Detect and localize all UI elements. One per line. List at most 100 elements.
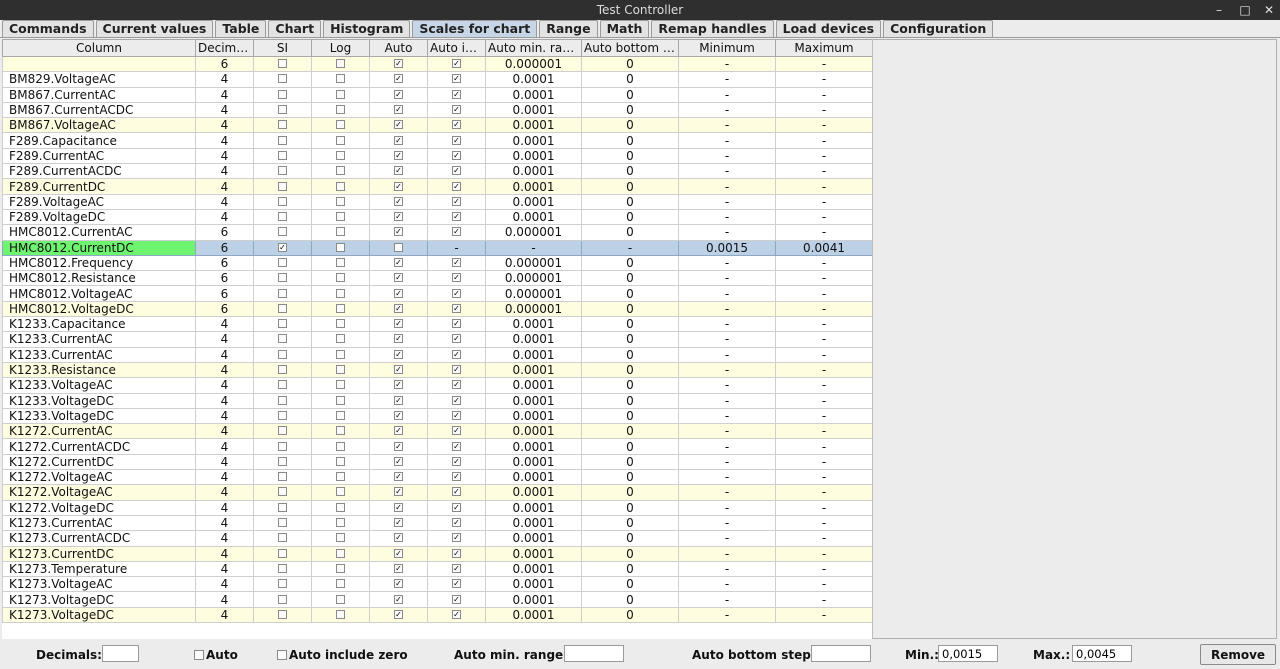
table-row[interactable]: K1233.Resistance 4 ✓ ✓ 0.0001 0- - (2, 361, 872, 379)
table-row[interactable]: K1233.Capacitance 4 ✓ ✓ 0.0001 0- - (2, 316, 872, 333)
maximum-cell[interactable]: - (775, 392, 872, 409)
auto-min-range-cell[interactable]: 0.0001 (485, 438, 582, 455)
minimum-cell[interactable]: - (678, 285, 776, 302)
decimals-cell[interactable]: 4 (195, 163, 254, 180)
auto-include-checkbox[interactable]: ✓ (452, 135, 461, 145)
si-checkbox[interactable] (278, 579, 287, 589)
column-name-cell[interactable]: K1273.CurrentACDC (2, 530, 196, 547)
log-checkbox[interactable] (336, 410, 345, 420)
minimize-icon[interactable]: – (1208, 0, 1230, 20)
decimals-cell[interactable]: 4 (195, 147, 254, 165)
auto-include-checkbox[interactable]: ✓ (452, 273, 461, 283)
maximum-cell[interactable]: - (775, 606, 872, 623)
minimum-cell[interactable]: - (678, 545, 776, 562)
si-checkbox[interactable] (278, 196, 287, 206)
auto-min-range-cell[interactable]: 0.0001 (485, 208, 582, 226)
auto-checkbox[interactable]: ✓ (394, 105, 403, 115)
auto-min-range-cell[interactable]: 0.0001 (485, 545, 582, 562)
minimum-cell[interactable]: - (678, 300, 776, 318)
log-checkbox[interactable] (336, 166, 345, 176)
auto-bottom-step-cell[interactable]: 0 (581, 270, 679, 287)
log-checkbox[interactable] (336, 319, 345, 329)
auto-checkbox[interactable]: ✓ (394, 258, 403, 267)
column-name-cell[interactable]: K1233.VoltageDC (2, 392, 196, 409)
decimals-cell[interactable]: 4 (195, 346, 254, 363)
table-row[interactable]: K1233.CurrentAC 4 ✓ ✓ 0.0001 0- - (2, 346, 872, 363)
maximum-cell[interactable]: - (775, 285, 872, 302)
column-name-cell[interactable]: F289.VoltageAC (2, 193, 196, 210)
decimals-cell[interactable]: 6 (195, 254, 254, 272)
auto-bottom-step-cell[interactable]: 0 (581, 254, 679, 272)
log-checkbox[interactable] (336, 441, 345, 451)
log-checkbox[interactable] (336, 563, 345, 573)
auto-min-range-cell[interactable]: 0.0001 (485, 178, 582, 195)
column-name-cell[interactable]: BM867.VoltageAC (2, 117, 196, 134)
decimals-cell[interactable]: 4 (195, 499, 254, 516)
auto-bottom-step-cell[interactable]: 0 (581, 545, 679, 562)
maximum-cell[interactable]: - (775, 407, 872, 425)
table-row[interactable]: K1272.CurrentDC 4 ✓ ✓ 0.0001 0- - (2, 453, 872, 471)
column-name-cell[interactable]: K1233.Resistance (2, 361, 196, 379)
column-name-cell[interactable]: HMC8012.Resistance (2, 270, 196, 287)
auto-bottom-step-cell[interactable]: 0 (581, 576, 679, 593)
auto-include-checkbox[interactable]: ✓ (452, 548, 461, 558)
column-name-cell[interactable]: K1233.VoltageDC (2, 407, 196, 425)
maximum-cell[interactable]: - (775, 361, 872, 379)
decimals-cell[interactable]: 4 (195, 71, 254, 88)
auto-include-checkbox[interactable]: ✓ (452, 441, 461, 451)
log-checkbox[interactable] (336, 533, 345, 543)
maximum-cell[interactable]: - (775, 71, 872, 88)
decimals-cell[interactable]: 6 (195, 270, 254, 287)
minimum-cell[interactable]: - (678, 469, 776, 486)
auto-checkbox[interactable]: ✓ (394, 196, 403, 206)
minimum-cell[interactable]: - (678, 147, 776, 165)
column-name-cell[interactable]: K1272.VoltageAC (2, 469, 196, 486)
decimals-cell[interactable]: 6 (195, 224, 254, 241)
auto-checkbox[interactable]: ✓ (394, 533, 403, 543)
auto-checkbox[interactable] (394, 242, 403, 252)
minimum-cell[interactable]: - (678, 560, 776, 578)
table-row[interactable]: BM867.CurrentAC 4 ✓ ✓ 0.0001 0- - (2, 86, 872, 103)
auto-bottom-step-cell[interactable]: 0 (581, 377, 679, 394)
si-checkbox[interactable] (278, 212, 287, 222)
log-checkbox[interactable] (336, 609, 345, 619)
auto-include-checkbox[interactable]: ✓ (452, 380, 461, 390)
log-checkbox[interactable] (336, 380, 345, 390)
table-row[interactable]: K1273.VoltageDC 4 ✓ ✓ 0.0001 0- - (2, 606, 872, 623)
log-checkbox[interactable] (336, 135, 345, 145)
auto-bottom-step-cell[interactable]: 0 (581, 163, 679, 180)
auto-min-range-cell[interactable]: 0.0001 (485, 101, 582, 119)
auto-checkbox[interactable]: ✓ (394, 120, 403, 130)
auto-bottom-step-cell[interactable]: 0 (581, 101, 679, 119)
maximum-cell[interactable]: - (775, 270, 872, 287)
maximum-cell[interactable]: 0.0041 (775, 239, 872, 256)
auto-checkbox[interactable]: ✓ (394, 456, 403, 466)
auto-checkbox[interactable]: ✓ (394, 395, 403, 405)
auto-checkbox[interactable]: ✓ (394, 380, 403, 390)
table-row[interactable]: HMC8012.CurrentAC 6 ✓ ✓ 0.000001 0- - (2, 224, 872, 241)
log-checkbox[interactable] (336, 150, 345, 160)
auto-min-range-cell[interactable]: 0.0001 (485, 499, 582, 516)
auto-min-range-cell[interactable]: - (485, 239, 582, 256)
decimals-cell[interactable]: 4 (195, 514, 254, 532)
tab-commands[interactable]: Commands (2, 20, 94, 38)
auto-include-checkbox[interactable]: ✓ (452, 609, 461, 619)
minimum-cell[interactable]: - (678, 606, 776, 623)
decimals-cell[interactable]: 4 (195, 208, 254, 226)
si-checkbox[interactable] (278, 533, 287, 543)
auto-include-zero-checkbox[interactable] (277, 650, 287, 660)
auto-checkbox[interactable]: ✓ (394, 288, 403, 298)
auto-min-range-cell[interactable]: 0.0001 (485, 591, 582, 608)
minimum-cell[interactable]: - (678, 423, 776, 440)
auto-min-range-cell[interactable]: 0.0001 (485, 407, 582, 425)
auto-min-range-cell[interactable]: 0.000001 (485, 300, 582, 318)
minimum-cell[interactable]: - (678, 71, 776, 88)
column-name-cell[interactable]: K1233.VoltageAC (2, 377, 196, 394)
column-name-cell[interactable]: HMC8012.CurrentDC (2, 239, 196, 256)
decimals-cell[interactable]: 6 (195, 55, 254, 73)
auto-checkbox[interactable]: ✓ (394, 74, 403, 84)
auto-checkbox[interactable]: ✓ (394, 319, 403, 329)
auto-min-range-cell[interactable]: 0.0001 (485, 361, 582, 379)
table-row[interactable]: F289.Capacitance 4 ✓ ✓ 0.0001 0- - (2, 132, 872, 149)
column-name-cell[interactable]: F289.Capacitance (2, 132, 196, 149)
